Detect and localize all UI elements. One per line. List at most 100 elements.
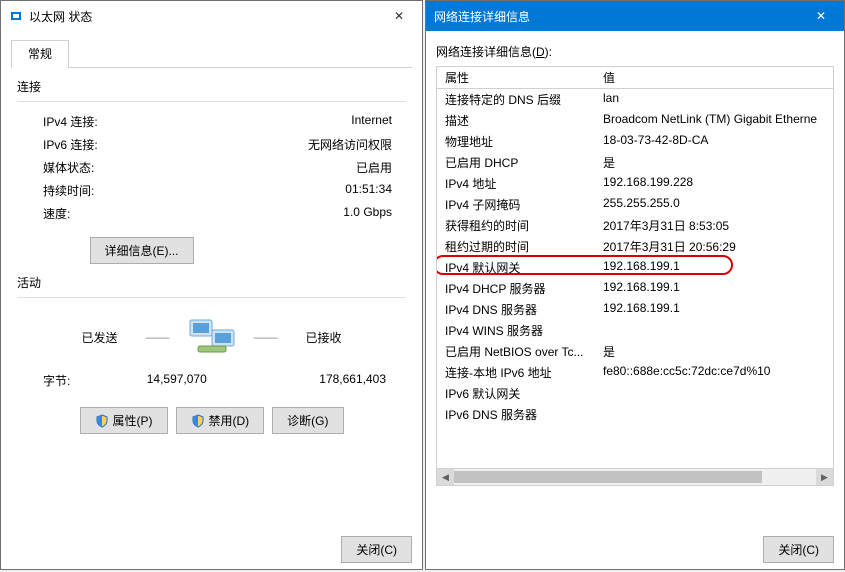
table-row[interactable]: 连接特定的 DNS 后缀lan <box>437 89 833 110</box>
caption: 网络连接详细信息(D): <box>436 43 834 60</box>
titlebar[interactable]: 以太网 状态 ✕ <box>1 1 422 31</box>
horizontal-scrollbar[interactable]: ◀ ▶ <box>437 468 833 485</box>
col-property: 属性 <box>439 69 601 86</box>
cell-value: fe80::688e:cc5c:72dc:ce7d%10 <box>601 364 831 381</box>
cell-value: 192.168.199.228 <box>601 175 831 192</box>
cell-value: 192.168.199.1 <box>601 301 831 318</box>
table-row[interactable]: IPv6 默认网关 <box>437 383 833 404</box>
details-button[interactable]: 详细信息(E)... <box>90 237 194 264</box>
cell-property: IPv4 DHCP 服务器 <box>439 280 601 297</box>
cell-property: IPv4 地址 <box>439 175 601 192</box>
table-row[interactable]: 租约过期的时间2017年3月31日 20:56:29 <box>437 236 833 257</box>
cell-property: 获得租约的时间 <box>439 217 601 234</box>
table-row[interactable]: 物理地址18-03-73-42-8D-CA <box>437 131 833 152</box>
connection-details-window: 网络连接详细信息 ✕ 网络连接详细信息(D): 属性 值 连接特定的 DNS 后… <box>425 0 845 570</box>
cell-property: 连接-本地 IPv6 地址 <box>439 364 601 381</box>
table-row[interactable]: IPv4 默认网关192.168.199.1 <box>437 257 833 278</box>
cell-value: 2017年3月31日 20:56:29 <box>601 238 831 255</box>
cell-property: IPv4 WINS 服务器 <box>439 322 601 339</box>
ethernet-icon <box>9 9 23 23</box>
cell-property: IPv6 DNS 服务器 <box>439 406 601 423</box>
cell-property: 已启用 NetBIOS over Tc... <box>439 343 601 360</box>
tab-strip: 常规 <box>11 39 412 68</box>
connection-section: 连接 IPv4 连接:Internet IPv6 连接:无网络访问权限 媒体状态… <box>17 78 406 264</box>
cell-property: 物理地址 <box>439 133 601 150</box>
row-duration: 持续时间:01:51:34 <box>17 179 406 202</box>
scroll-left-icon[interactable]: ◀ <box>437 469 454 485</box>
cell-property: IPv4 默认网关 <box>439 259 601 276</box>
cell-property: IPv4 子网掩码 <box>439 196 601 213</box>
activity-graphic: 已发送 —— —— 已接收 <box>17 316 406 358</box>
window-title: 网络连接详细信息 <box>434 8 806 25</box>
details-table[interactable]: 属性 值 连接特定的 DNS 后缀lan描述Broadcom NetLink (… <box>436 66 834 486</box>
cell-property: 连接特定的 DNS 后缀 <box>439 91 601 108</box>
table-row[interactable]: 已启用 DHCP是 <box>437 152 833 173</box>
table-row[interactable]: IPv4 DHCP 服务器192.168.199.1 <box>437 278 833 299</box>
ethernet-status-window: 以太网 状态 ✕ 常规 连接 IPv4 连接:Internet IPv6 连接:… <box>0 0 423 570</box>
titlebar[interactable]: 网络连接详细信息 ✕ <box>426 1 844 31</box>
shield-icon <box>191 414 205 428</box>
cell-value <box>601 406 831 423</box>
cell-value: 192.168.199.1 <box>601 280 831 297</box>
shield-icon <box>95 414 109 428</box>
row-ipv6: IPv6 连接:无网络访问权限 <box>17 133 406 156</box>
table-row[interactable]: 已启用 NetBIOS over Tc...是 <box>437 341 833 362</box>
disable-button[interactable]: 禁用(D) <box>176 407 265 434</box>
table-body: 连接特定的 DNS 后缀lan描述Broadcom NetLink (TM) G… <box>437 89 833 425</box>
close-icon[interactable]: ✕ <box>806 1 836 31</box>
divider <box>17 297 406 298</box>
cell-value: 是 <box>601 343 831 360</box>
close-button[interactable]: 关闭(C) <box>341 536 412 563</box>
bytes-sent: 14,597,070 <box>107 372 247 389</box>
dash-icon: —— <box>146 330 170 344</box>
cell-value: lan <box>601 91 831 108</box>
table-row[interactable]: IPv4 WINS 服务器 <box>437 320 833 341</box>
computers-icon <box>186 316 238 358</box>
cell-property: 已启用 DHCP <box>439 154 601 171</box>
row-speed: 速度:1.0 Gbps <box>17 202 406 225</box>
row-ipv4: IPv4 连接:Internet <box>17 110 406 133</box>
cell-value <box>601 322 831 339</box>
scroll-right-icon[interactable]: ▶ <box>816 469 833 485</box>
dash-icon: —— <box>254 330 278 344</box>
cell-property: 租约过期的时间 <box>439 238 601 255</box>
section-title-activity: 活动 <box>17 274 406 291</box>
col-value: 值 <box>601 69 831 86</box>
diagnose-button[interactable]: 诊断(G) <box>272 407 343 434</box>
cell-value: 255.255.255.0 <box>601 196 831 213</box>
close-button[interactable]: 关闭(C) <box>763 536 834 563</box>
bytes-row: 字节: 14,597,070 178,661,403 <box>17 364 406 397</box>
table-row[interactable]: 获得租约的时间2017年3月31日 8:53:05 <box>437 215 833 236</box>
cell-value: 是 <box>601 154 831 171</box>
table-row[interactable]: IPv6 DNS 服务器 <box>437 404 833 425</box>
recv-label: 已接收 <box>294 329 354 346</box>
tab-general[interactable]: 常规 <box>11 40 69 68</box>
window-title: 以太网 状态 <box>29 8 384 25</box>
activity-section: 活动 已发送 —— —— 已接收 字节: <box>17 274 406 434</box>
table-header: 属性 值 <box>437 67 833 89</box>
table-row[interactable]: 连接-本地 IPv6 地址fe80::688e:cc5c:72dc:ce7d%1… <box>437 362 833 383</box>
cell-value: Broadcom NetLink (TM) Gigabit Etherne <box>601 112 831 129</box>
scroll-thumb[interactable] <box>454 471 762 483</box>
cell-value: 192.168.199.1 <box>601 259 831 276</box>
table-row[interactable]: IPv4 子网掩码255.255.255.0 <box>437 194 833 215</box>
cell-property: IPv4 DNS 服务器 <box>439 301 601 318</box>
cell-value <box>601 385 831 402</box>
divider <box>17 101 406 102</box>
cell-property: 描述 <box>439 112 601 129</box>
table-row[interactable]: 描述Broadcom NetLink (TM) Gigabit Etherne <box>437 110 833 131</box>
bytes-label: 字节: <box>17 372 107 389</box>
scroll-track[interactable] <box>454 469 816 485</box>
action-buttons: 属性(P) 禁用(D) 诊断(G) <box>17 407 406 434</box>
close-icon[interactable]: ✕ <box>384 1 414 31</box>
cell-value: 18-03-73-42-8D-CA <box>601 133 831 150</box>
cell-value: 2017年3月31日 8:53:05 <box>601 217 831 234</box>
window-body: 网络连接详细信息(D): 属性 值 连接特定的 DNS 后缀lan描述Broad… <box>426 31 844 494</box>
cell-property: IPv6 默认网关 <box>439 385 601 402</box>
row-media: 媒体状态:已启用 <box>17 156 406 179</box>
section-title-connection: 连接 <box>17 78 406 95</box>
table-row[interactable]: IPv4 地址192.168.199.228 <box>437 173 833 194</box>
table-row[interactable]: IPv4 DNS 服务器192.168.199.1 <box>437 299 833 320</box>
sent-label: 已发送 <box>70 329 130 346</box>
properties-button[interactable]: 属性(P) <box>80 407 168 434</box>
